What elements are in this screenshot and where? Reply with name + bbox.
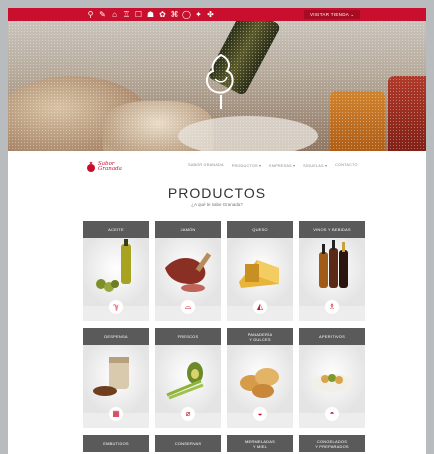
fresh-produce-image [155, 345, 221, 413]
category-shortcut-icon[interactable]: ☗ [146, 10, 155, 19]
category-shortcut-icon[interactable]: ⌘ [170, 10, 179, 19]
bowl-icon: ◓ [325, 407, 339, 421]
nav-item-productos[interactable]: PRODUCTOS ▾ [232, 163, 261, 168]
webpage: ⚲ ✎ ⌂ ♖ ☐ ☗ ✿ ⌘ ◯ ✦ ✤ VISITAR TIENDA ⌄ S… [8, 8, 426, 454]
category-shortcut-icon[interactable]: ✎ [98, 10, 107, 19]
pomegranate-logo-icon [205, 53, 234, 109]
category-shortcut-icon[interactable]: ◯ [182, 10, 191, 19]
product-category-grid: ACEITE ℽ JAMÓN ⌓ QUESO ◭ VINOS Y BEBIDAS… [83, 221, 365, 452]
category-title: ACEITE [83, 221, 149, 238]
category-shortcut-icon[interactable]: ♖ [122, 10, 131, 19]
category-card-despensa[interactable]: DESPENSA ▦ [83, 328, 149, 428]
nav-item-sabor-granada[interactable]: SABOR GRANADA [188, 163, 224, 168]
top-bar: ⚲ ✎ ⌂ ♖ ☐ ☗ ✿ ⌘ ◯ ✦ ✤ VISITAR TIENDA ⌄ [8, 8, 426, 21]
pantry-image [83, 345, 149, 413]
nav-item-siguelas[interactable]: SÍGUELAS ▾ [303, 163, 327, 168]
category-card-conservas[interactable]: CONSERVAS [155, 435, 221, 452]
wine-bottles-image [299, 238, 365, 306]
category-shortcut-icon[interactable]: ✦ [194, 10, 203, 19]
appetizers-image [299, 345, 365, 413]
category-card-panaderia-y-dulces[interactable]: PANADERÍA Y DULCES ◒ [227, 328, 293, 428]
olive-oil-image [83, 238, 149, 306]
category-title: VINOS Y BEBIDAS [299, 221, 365, 238]
category-shortcut-icon[interactable]: ✿ [158, 10, 167, 19]
category-card-aceite[interactable]: ACEITE ℽ [83, 221, 149, 321]
brand-logo[interactable]: Sabor Granada [86, 161, 122, 173]
pomegranate-icon [87, 161, 95, 172]
category-card-congelados-y-preparados[interactable]: CONGELADOS Y PREPARADOS [299, 435, 365, 452]
category-shortcut-icon[interactable]: ⌂ [110, 10, 119, 19]
brand-name: Sabor Granada [98, 161, 122, 172]
page-subtitle: ¿A qué te sabe Granada? [191, 202, 243, 207]
wine-glass-icon: ♗ [325, 300, 339, 314]
category-icon-strip: ⚲ ✎ ⌂ ♖ ☐ ☗ ✿ ⌘ ◯ ✦ ✤ [86, 10, 215, 19]
category-title: MERMELADAS Y MIEL [227, 435, 293, 452]
category-title: FRESCOS [155, 328, 221, 345]
category-title: EMBUTIDOS [83, 435, 149, 452]
page-title: PRODUCTOS [167, 185, 267, 201]
hero-banner [8, 21, 426, 151]
category-card-frescos[interactable]: FRESCOS ⌀ [155, 328, 221, 428]
category-card-queso[interactable]: QUESO ◭ [227, 221, 293, 321]
category-shortcut-icon[interactable]: ✤ [206, 10, 215, 19]
nav-item-contacto[interactable]: CONTACTO [335, 163, 358, 168]
category-card-aperitivos[interactable]: APERITIVOS ◓ [299, 328, 365, 428]
nav-item-empresas[interactable]: EMPRESAS ▾ [269, 163, 295, 168]
main-navigation: Sabor Granada SABOR GRANADA PRODUCTOS ▾ … [8, 151, 426, 181]
category-title: QUESO [227, 221, 293, 238]
ham-image [155, 238, 221, 306]
category-title: CONGELADOS Y PREPARADOS [299, 435, 365, 452]
cheese-icon: ◭ [253, 300, 267, 314]
category-title: APERITIVOS [299, 328, 365, 345]
pastries-image [227, 345, 293, 413]
category-title: JAMÓN [155, 221, 221, 238]
cheese-image [227, 238, 293, 306]
category-shortcut-icon[interactable]: ⚲ [86, 10, 95, 19]
ham-icon: ⌓ [181, 300, 195, 314]
category-card-jamon[interactable]: JAMÓN ⌓ [155, 221, 221, 321]
category-title: CONSERVAS [155, 435, 221, 452]
category-title: PANADERÍA Y DULCES [227, 328, 293, 345]
bread-icon: ◒ [253, 407, 267, 421]
category-shortcut-icon[interactable]: ☐ [134, 10, 143, 19]
nav-menu: SABOR GRANADA PRODUCTOS ▾ EMPRESAS ▾ SÍG… [188, 163, 358, 168]
category-card-mermeladas-y-miel[interactable]: MERMELADAS Y MIEL [227, 435, 293, 452]
leaf-icon: ⌀ [181, 407, 195, 421]
pantry-icon: ▦ [109, 407, 123, 421]
category-card-vinos-y-bebidas[interactable]: VINOS Y BEBIDAS ♗ [299, 221, 365, 321]
category-card-embutidos[interactable]: EMBUTIDOS [83, 435, 149, 452]
oil-drop-icon: ℽ [109, 300, 123, 314]
category-title: DESPENSA [83, 328, 149, 345]
visit-store-button[interactable]: VISITAR TIENDA ⌄ [304, 10, 361, 19]
